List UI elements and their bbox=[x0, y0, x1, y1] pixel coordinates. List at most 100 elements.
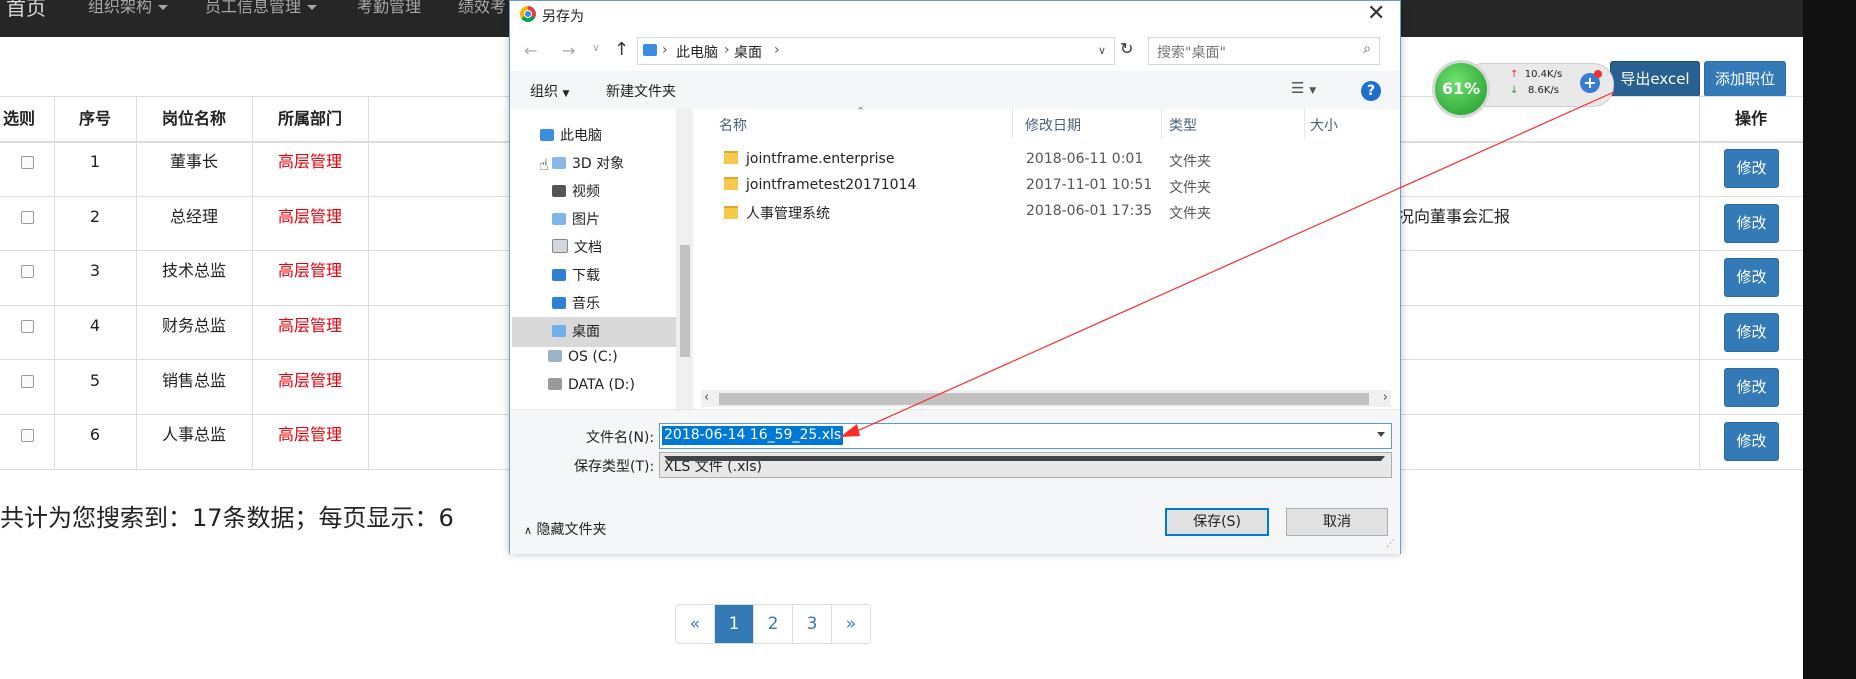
organize-menu[interactable]: 组织 ▼ bbox=[530, 81, 569, 101]
back-arrow-icon[interactable]: ← bbox=[524, 41, 537, 60]
table-border bbox=[1699, 96, 1700, 469]
row-checkbox[interactable] bbox=[21, 320, 34, 333]
file-date: 2018-06-11 0:01 bbox=[1026, 151, 1144, 167]
tree-drive-d[interactable]: DATA (D:) bbox=[548, 377, 635, 393]
breadcrumb-desktop[interactable]: 桌面 bbox=[734, 42, 762, 62]
tree-pictures[interactable]: 图片 bbox=[552, 209, 600, 229]
tree-label: 此电脑 bbox=[560, 128, 602, 144]
page-3[interactable]: 3 bbox=[792, 605, 831, 643]
organize-label: 组织 bbox=[530, 84, 558, 100]
new-folder-button[interactable]: 新建文件夹 bbox=[606, 81, 676, 101]
file-name-text: jointframetest20171014 bbox=[746, 177, 917, 193]
tree-label: 视频 bbox=[572, 184, 600, 200]
edit-button[interactable]: 修改 bbox=[1724, 204, 1779, 243]
row-dept: 高层管理 bbox=[277, 261, 342, 280]
edit-button[interactable]: 修改 bbox=[1724, 313, 1779, 352]
page-prev[interactable]: « bbox=[676, 605, 714, 643]
up-arrow-icon[interactable]: ↑ bbox=[614, 39, 629, 60]
chevron-right-icon[interactable]: › bbox=[1383, 390, 1388, 405]
close-icon[interactable]: ✕ bbox=[1367, 3, 1385, 25]
search-placeholder: 搜索"桌面" bbox=[1157, 45, 1226, 61]
help-icon[interactable]: ? bbox=[1361, 81, 1381, 101]
row-checkbox[interactable] bbox=[21, 265, 34, 278]
search-input[interactable]: 搜索"桌面" ⌕ bbox=[1148, 37, 1380, 65]
tree-3d-objects[interactable]: 3D 对象 bbox=[552, 153, 624, 173]
hide-folders-toggle[interactable]: ∧ 隐藏文件夹 bbox=[524, 519, 607, 539]
row-number: 4 bbox=[89, 316, 101, 335]
row-checkbox[interactable] bbox=[21, 211, 34, 224]
export-excel-button[interactable]: 导出excel bbox=[1610, 61, 1700, 97]
row-checkbox[interactable] bbox=[21, 429, 34, 442]
page-1[interactable]: 1 bbox=[714, 605, 753, 643]
tree-videos[interactable]: 视频 bbox=[552, 181, 600, 201]
nav-org[interactable]: 组织架构 bbox=[88, 0, 169, 15]
file-name-text: 人事管理系统 bbox=[746, 206, 830, 222]
file-name: jointframetest20171014 bbox=[724, 177, 916, 193]
filename-input[interactable]: 2018-06-14 16_59_25.xls bbox=[659, 423, 1392, 449]
cancel-button[interactable]: 取消 bbox=[1286, 508, 1388, 536]
page-2[interactable]: 2 bbox=[753, 605, 792, 643]
view-options-icon[interactable]: ☰ ▼ bbox=[1291, 79, 1316, 97]
tree-desktop[interactable]: 桌面 bbox=[552, 321, 600, 341]
col-size[interactable]: 大小 bbox=[1310, 115, 1338, 135]
desktop-icon bbox=[552, 325, 566, 337]
chevron-left-icon[interactable]: ‹ bbox=[704, 390, 709, 405]
chevron-down-icon[interactable]: ∨ bbox=[1098, 44, 1106, 57]
tree-scrollbar-thumb[interactable] bbox=[680, 245, 690, 357]
drive-icon bbox=[548, 378, 562, 390]
sort-up-icon: ⌃ bbox=[856, 105, 866, 118]
nav-attendance[interactable]: 考勤管理 bbox=[357, 0, 421, 15]
edit-button[interactable]: 修改 bbox=[1724, 422, 1779, 461]
tree-music[interactable]: 音乐 bbox=[552, 293, 600, 313]
file-date: 2018-06-01 17:35 bbox=[1026, 203, 1153, 219]
col-type[interactable]: 类型 bbox=[1169, 115, 1197, 135]
chevron-down-icon[interactable] bbox=[664, 456, 1385, 461]
edit-button[interactable]: 修改 bbox=[1724, 368, 1779, 407]
filetype-select[interactable]: XLS 文件 (.xls) bbox=[659, 452, 1392, 478]
arrow-down-icon: ↓ bbox=[1510, 85, 1519, 96]
tree-scrollbar[interactable] bbox=[676, 109, 693, 409]
mouse-cursor-icon: ☝ bbox=[539, 155, 549, 174]
row-checkbox[interactable] bbox=[21, 156, 34, 169]
tree-downloads[interactable]: 下载 bbox=[552, 265, 600, 285]
files-scrollbar-thumb[interactable] bbox=[719, 393, 1369, 405]
nav-staff[interactable]: 员工信息管理 bbox=[205, 0, 318, 15]
tree-label: DATA (D:) bbox=[568, 377, 635, 393]
chevron-down-icon bbox=[158, 5, 169, 10]
row-description: 况向董事会汇报 bbox=[1398, 207, 1511, 226]
refresh-icon[interactable]: ↻ bbox=[1120, 39, 1133, 58]
file-name: jointframe.enterprise bbox=[724, 151, 894, 167]
nav-performance[interactable]: 绩效考 bbox=[458, 0, 506, 15]
video-icon bbox=[552, 185, 566, 197]
files-scrollbar[interactable]: ‹ › bbox=[701, 390, 1391, 407]
page-next[interactable]: » bbox=[831, 605, 870, 643]
arrow-up-icon: ↑ bbox=[1510, 69, 1519, 80]
tree-drive-c[interactable]: OS (C:) bbox=[548, 349, 618, 365]
col-name[interactable]: 名称 bbox=[719, 115, 747, 135]
row-checkbox[interactable] bbox=[21, 375, 34, 388]
recent-dropdown-icon[interactable]: ∨ bbox=[592, 41, 600, 54]
network-monitor[interactable]: 61% ↑ 10.4K/s ↓ 8.6K/s + bbox=[1432, 60, 1614, 118]
col-date[interactable]: 修改日期 bbox=[1025, 115, 1081, 135]
tree-this-pc[interactable]: 此电脑 bbox=[540, 125, 602, 145]
tree-label: 音乐 bbox=[572, 296, 600, 312]
save-button[interactable]: 保存(S) bbox=[1165, 508, 1269, 536]
forward-arrow-icon[interactable]: → bbox=[562, 41, 575, 60]
chevron-down-icon[interactable] bbox=[1377, 432, 1385, 437]
tree-documents[interactable]: 文档 bbox=[552, 237, 602, 257]
add-position-button[interactable]: 添加职位 bbox=[1704, 61, 1786, 97]
address-bar[interactable]: › 此电脑 › 桌面 › ∨ bbox=[637, 37, 1115, 65]
memory-usage-gauge: 61% bbox=[1432, 60, 1490, 118]
header-actions: 操作 bbox=[1734, 109, 1767, 128]
row-position: 人事总监 bbox=[161, 425, 226, 444]
folder-icon bbox=[724, 151, 738, 164]
row-number: 6 bbox=[89, 425, 101, 444]
header-select: 选则 bbox=[2, 109, 35, 128]
breadcrumb-sep-icon: › bbox=[724, 42, 730, 58]
resize-grip-icon[interactable]: ⋰ bbox=[1386, 539, 1395, 549]
dialog-titlebar[interactable]: 另存为 ✕ bbox=[510, 1, 1400, 28]
edit-button[interactable]: 修改 bbox=[1724, 258, 1779, 297]
edit-button[interactable]: 修改 bbox=[1724, 149, 1779, 188]
nav-home[interactable]: 首页 bbox=[6, 0, 46, 18]
breadcrumb-this-pc[interactable]: 此电脑 bbox=[676, 42, 718, 62]
